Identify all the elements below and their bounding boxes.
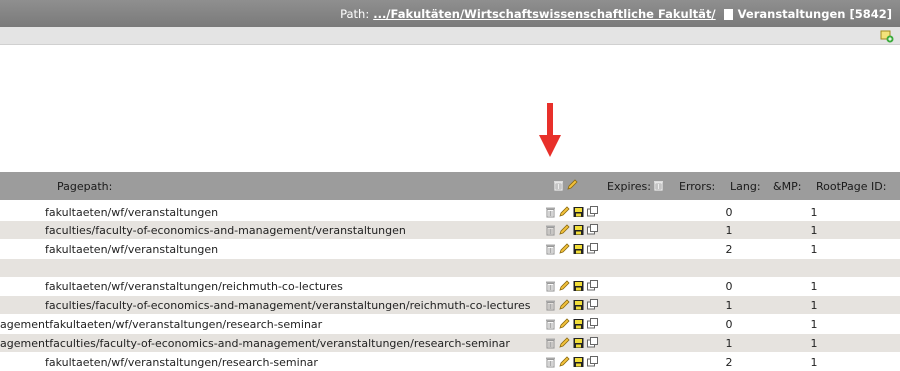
page-icon [723,9,733,20]
copy-icon[interactable] [586,336,599,349]
pencil-icon[interactable] [558,279,571,292]
row-actions [544,336,599,349]
col-expires: Expires: [607,180,651,193]
col-mp: &MP: [773,180,802,193]
table-row: faculties/faculty-of-economics-and-manag… [0,296,900,314]
copy-icon[interactable] [586,355,599,368]
table-row: agementfakultaeten/wf/veranstaltungen/re… [0,315,900,333]
copy-icon[interactable] [586,317,599,330]
pencil-icon[interactable] [558,205,571,218]
save-icon[interactable] [572,279,585,292]
lang-cell: 0 [725,280,733,293]
row-actions [544,223,599,236]
copy-icon[interactable] [586,242,599,255]
toolbar [0,27,900,45]
table-row: faculties/faculty-of-economics-and-manag… [0,221,900,239]
row-actions [544,242,599,255]
pencil-icon[interactable] [558,317,571,330]
save-icon[interactable] [572,298,585,311]
pagepath-cell: faculties/faculty-of-economics-and-manag… [45,299,531,312]
mp-cell: 1 [810,356,818,369]
add-record-icon[interactable] [880,29,894,43]
save-icon[interactable] [572,223,585,236]
lang-cell: 2 [725,356,733,369]
table-row: fakultaeten/wf/veranstaltungen/reichmuth… [0,277,900,295]
table-row: fakultaeten/wf/veranstaltungen 2 1 [0,240,900,258]
lang-cell: 0 [725,206,733,219]
save-icon[interactable] [572,336,585,349]
mp-cell: 1 [810,243,818,256]
red-arrow-annotation [539,103,561,157]
path-label: Path: [340,6,370,21]
mp-cell: 1 [810,280,818,293]
pencil-icon[interactable] [558,336,571,349]
table-row: fakultaeten/wf/veranstaltungen 0 1 [0,203,900,221]
mp-cell: 1 [810,337,818,350]
table-row: fakultaeten/wf/veranstaltungen/research-… [0,353,900,371]
lang-cell: 1 [725,299,733,312]
save-icon[interactable] [572,242,585,255]
page-title: Veranstaltungen [5842] [737,6,892,21]
trash-icon[interactable] [544,355,557,368]
pagepath-cell: faculties/faculty-of-economics-and-manag… [45,224,406,237]
save-icon[interactable] [572,317,585,330]
trash-icon[interactable] [544,298,557,311]
save-icon[interactable] [572,355,585,368]
pencil-icon[interactable] [558,298,571,311]
pagepath-cell: fakultaeten/wf/veranstaltungen/research-… [45,356,318,369]
copy-icon[interactable] [586,223,599,236]
trash-icon[interactable] [552,178,565,191]
col-pagepath: Pagepath: [57,180,113,193]
copy-icon[interactable] [586,298,599,311]
save-icon[interactable] [572,205,585,218]
lang-cell: 2 [725,243,733,256]
mp-cell: 1 [810,318,818,331]
mp-cell: 1 [810,224,818,237]
mp-cell: 1 [810,206,818,219]
copy-icon[interactable] [586,279,599,292]
col-rootpage: RootPage ID: [816,180,887,193]
lang-cell: 1 [725,337,733,350]
copy-icon[interactable] [586,205,599,218]
trash-icon[interactable] [544,223,557,236]
lang-cell: 1 [725,224,733,237]
row-actions [544,205,599,218]
col-errors: Errors: [679,180,716,193]
pagepath-cell: fakultaeten/wf/veranstaltungen/reichmuth… [45,280,343,293]
pagepath-cell: fakultaeten/wf/veranstaltungen [45,206,219,219]
pagepath-cell: agementfaculties/faculty-of-economics-an… [0,337,510,350]
row-actions [544,355,599,368]
trash-icon[interactable] [544,317,557,330]
trash-icon[interactable] [544,336,557,349]
expires-trash-icon[interactable] [652,178,665,191]
lang-cell: 0 [725,318,733,331]
pencil-icon[interactable] [558,355,571,368]
path-bar: Path: .../Fakultäten/Wirtschaftswissensc… [0,0,900,27]
pagepath-cell: fakultaeten/wf/veranstaltungen [45,243,219,256]
row-actions [544,317,599,330]
trash-icon[interactable] [544,279,557,292]
pagepath-cell: agementfakultaeten/wf/veranstaltungen/re… [0,318,323,331]
table-header: Pagepath: Expires: Errors: Lang: &MP: Ro… [0,172,900,200]
col-lang: Lang: [730,180,761,193]
trash-icon[interactable] [544,242,557,255]
table-row: agementfaculties/faculty-of-economics-an… [0,334,900,352]
path-link[interactable]: .../Fakultäten/Wirtschaftswissenschaftli… [373,7,715,21]
row-actions [544,279,599,292]
header-actions [552,178,579,191]
pencil-icon[interactable] [558,242,571,255]
table-row [0,259,900,277]
mp-cell: 1 [810,299,818,312]
trash-icon[interactable] [544,205,557,218]
pencil-icon[interactable] [566,178,579,191]
pencil-icon[interactable] [558,223,571,236]
row-actions [544,298,599,311]
